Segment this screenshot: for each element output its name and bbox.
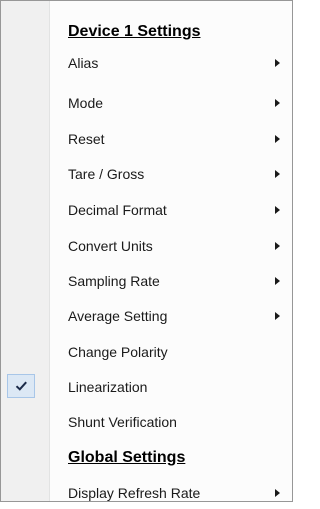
submenu-arrow-icon	[275, 242, 280, 250]
device-settings-header: Device 1 Settings	[2, 15, 291, 47]
menu-item-mode[interactable]: Mode	[2, 87, 291, 119]
menu-item-sampling-rate-label: Sampling Rate	[68, 273, 160, 289]
submenu-arrow-icon	[275, 59, 280, 67]
menu-item-change-polarity-label: Change Polarity	[68, 344, 168, 360]
menu-item-sampling-rate[interactable]: Sampling Rate	[2, 265, 291, 297]
checkmark-icon	[7, 374, 35, 398]
menu-item-reset-label: Reset	[68, 131, 105, 147]
menu-item-convert-units[interactable]: Convert Units	[2, 230, 291, 262]
submenu-arrow-icon	[275, 312, 280, 320]
menu-item-alias[interactable]: Alias	[2, 47, 291, 79]
context-menu: Device 1 Settings Alias Mode Reset Tare …	[0, 0, 293, 502]
menu-item-alias-label: Alias	[68, 55, 99, 71]
menu-item-average-setting-label: Average Setting	[68, 308, 168, 324]
menu-item-convert-units-label: Convert Units	[68, 238, 153, 254]
menu-item-display-refresh-rate[interactable]: Display Refresh Rate	[2, 477, 291, 509]
device-settings-header-label: Device 1 Settings	[68, 23, 201, 40]
submenu-arrow-icon	[275, 99, 280, 107]
global-settings-header-label: Global Settings	[68, 449, 186, 466]
menu-item-shunt-verification-label: Shunt Verification	[68, 414, 177, 430]
menu-item-linearization-label: Linearization	[68, 379, 148, 395]
menu-item-shunt-verification[interactable]: Shunt Verification	[2, 406, 291, 438]
menu-item-decimal-format-label: Decimal Format	[68, 202, 167, 218]
menu-item-reset[interactable]: Reset	[2, 123, 291, 155]
submenu-arrow-icon	[275, 489, 280, 497]
menu-item-display-refresh-rate-label: Display Refresh Rate	[68, 485, 201, 501]
submenu-arrow-icon	[275, 135, 280, 143]
submenu-arrow-icon	[275, 170, 280, 178]
menu-item-mode-label: Mode	[68, 95, 104, 111]
menu-item-tare-gross-label: Tare / Gross	[68, 166, 145, 182]
menu-item-average-setting[interactable]: Average Setting	[2, 300, 291, 332]
menu-item-decimal-format[interactable]: Decimal Format	[2, 194, 291, 226]
menu-item-linearization[interactable]: Linearization	[2, 371, 291, 403]
menu-item-change-polarity[interactable]: Change Polarity	[2, 336, 291, 368]
submenu-arrow-icon	[275, 206, 280, 214]
menu-item-tare-gross[interactable]: Tare / Gross	[2, 158, 291, 190]
submenu-arrow-icon	[275, 277, 280, 285]
global-settings-header: Global Settings	[2, 441, 291, 473]
